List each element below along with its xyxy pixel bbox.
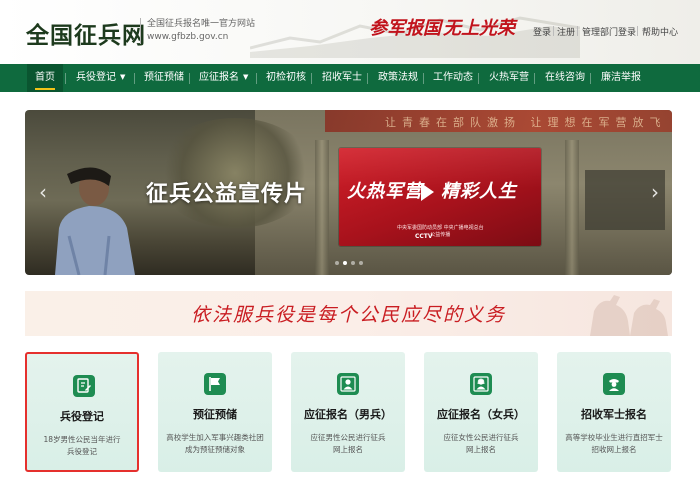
slogan-serve-country: 参军报国: [369, 18, 441, 39]
slide-dot-active[interactable]: [343, 261, 347, 265]
card-description: 应征女性公民进行征兵 网上报名: [424, 432, 538, 456]
logo-divider: [140, 18, 141, 44]
card-nco-signup[interactable]: 招收军士报名 高等学校毕业生进行直招军士 招收网上报名: [557, 352, 671, 472]
nav-item-home[interactable]: 首页: [27, 64, 63, 92]
main-nav: 首页 兵役登记 ▼ 预征预储 应征报名 ▼ 初检初核 招收军士 政策法规 工作动态 …: [0, 64, 700, 92]
nav-separator: [256, 73, 257, 84]
card-desc-line: 18岁男性公民当年进行: [43, 435, 121, 444]
promo-title-part: 火热军营: [347, 181, 423, 202]
card-description: 18岁男性公民当年进行 兵役登记: [27, 434, 137, 458]
nav-separator: [367, 73, 368, 84]
nav-separator: [65, 73, 66, 84]
nav-separator: [590, 73, 591, 84]
promo-credit-line: 中央军委国防动员部 中央广播电视总台: [397, 225, 484, 231]
nav-item-initial-check[interactable]: 初检初核: [266, 64, 306, 92]
card-desc-line: 兵役登记: [67, 447, 97, 456]
slogan-banner-text: 依法服兵役是每个公民应尽的义务: [190, 304, 506, 326]
nav-item-report[interactable]: 廉洁举报: [601, 64, 641, 92]
card-title: 兵役登记: [60, 410, 104, 423]
nav-item-label: 兵役登记: [76, 72, 116, 83]
hero-banner[interactable]: 让青春在部队激扬 让理想在军营放飞 征兵公益宣传片 火热军营 精彩人生 中央军委国…: [25, 110, 672, 275]
nav-item-barracks[interactable]: 火热军营: [489, 64, 529, 92]
site-header: 全国征兵网 全国征兵报名唯一官方网站 www.gfbzb.gov.cn 参军报国…: [0, 0, 700, 64]
nav-item-nco-recruit[interactable]: 招收军士: [322, 64, 362, 92]
nav-item-registration[interactable]: 兵役登记 ▼: [76, 64, 125, 92]
nav-separator: [311, 73, 312, 84]
nav-item-pre-enlist[interactable]: 预征预储: [144, 64, 184, 92]
chevron-down-icon: ▼: [120, 73, 126, 81]
toplink-separator: [553, 26, 554, 36]
card-desc-line: 高校学生加入军事兴趣类社团: [166, 433, 264, 442]
card-desc-line: 网上报名: [466, 445, 496, 454]
card-desc-line: 高等学校毕业生进行直招军士: [565, 433, 663, 442]
banner-window: [585, 170, 625, 230]
promo-credit-line: 公益传播: [430, 232, 451, 238]
slide-indicators: [335, 261, 375, 267]
card-desc-line: 应征女性公民进行征兵: [443, 433, 519, 442]
banner-person-figure: [55, 167, 135, 275]
banner-pillar: [315, 140, 329, 275]
banner-title: 征兵公益宣传片: [146, 182, 308, 207]
banner-wall-text: 让青春在部队激扬 让理想在军营放飞: [385, 116, 667, 129]
site-description: 全国征兵报名唯一官方网站: [147, 19, 256, 29]
card-desc-line: 招收网上报名: [591, 445, 637, 454]
slide-dot[interactable]: [351, 261, 355, 265]
nav-separator: [189, 73, 190, 84]
chevron-left-icon[interactable]: ‹: [35, 182, 51, 202]
toplink-separator: [577, 26, 578, 36]
card-desc-line: 成为预征预储对象: [185, 445, 245, 454]
card-enlist-female[interactable]: 应征报名（女兵） 应征女性公民进行征兵 网上报名: [424, 352, 538, 472]
site-logo[interactable]: 全国征兵网: [26, 16, 146, 50]
slide-dot[interactable]: [359, 261, 363, 265]
site-url: www.gfbzb.gov.cn: [147, 32, 229, 42]
nav-item-consult[interactable]: 在线咨询: [545, 64, 585, 92]
chevron-right-icon[interactable]: ›: [647, 182, 663, 202]
promo-video-card[interactable]: 火热军营 精彩人生 中央军委国防动员部 中央广播电视总台 公益传播 CCTV: [339, 148, 541, 246]
card-enlist-male[interactable]: 应征报名（男兵） 应征男性公民进行征兵 网上报名: [291, 352, 405, 472]
card-description: 高等学校毕业生进行直招军士 招收网上报名: [557, 432, 671, 456]
soldier-icon: [603, 373, 625, 395]
nav-item-label: 应征报名: [199, 72, 239, 83]
card-description: 高校学生加入军事兴趣类社团 成为预征预储对象: [158, 432, 272, 456]
nav-separator: [534, 73, 535, 84]
card-pre-enlistment[interactable]: 预征预储 高校学生加入军事兴趣类社团 成为预征预储对象: [158, 352, 272, 472]
nav-separator: [478, 73, 479, 84]
nav-separator: [423, 73, 424, 84]
card-desc-line: 应征男性公民进行征兵: [310, 433, 386, 442]
nav-item-policy[interactable]: 政策法规: [378, 64, 418, 92]
banner-tree: [155, 118, 315, 228]
card-title: 预征预储: [193, 408, 237, 421]
card-title: 应征报名（男兵）: [304, 408, 392, 421]
card-description: 应征男性公民进行征兵 网上报名: [291, 432, 405, 456]
male-user-icon: [337, 373, 359, 395]
help-center-link[interactable]: 帮助中心: [642, 25, 678, 38]
card-military-registration[interactable]: 兵役登记 18岁男性公民当年进行 兵役登记: [25, 352, 139, 472]
slide-dot[interactable]: [335, 261, 339, 265]
cctv-logo: CCTV: [415, 233, 433, 240]
chevron-down-icon: ▼: [243, 73, 249, 81]
flag-icon: [204, 373, 226, 395]
card-title: 招收军士报名: [581, 408, 647, 421]
slogan-glory: 无上光荣: [443, 18, 515, 39]
admin-login-link[interactable]: 管理部门登录: [582, 25, 636, 38]
slogan-banner: 依法服兵役是每个公民应尽的义务: [25, 291, 672, 336]
female-user-icon: [470, 373, 492, 395]
nav-item-enlist-signup[interactable]: 应征报名 ▼: [199, 64, 248, 92]
promo-credit: 中央军委国防动员部 中央广播电视总台 公益传播: [397, 225, 484, 239]
play-icon[interactable]: [421, 183, 434, 201]
toplink-separator: [637, 26, 638, 36]
login-link[interactable]: 登录: [533, 25, 551, 38]
register-link[interactable]: 注册: [557, 25, 575, 38]
nav-separator: [134, 73, 135, 84]
card-desc-line: 网上报名: [333, 445, 363, 454]
card-title: 应征报名（女兵）: [437, 408, 525, 421]
banner-pillar: [565, 140, 579, 275]
promo-title-part: 精彩人生: [441, 181, 517, 202]
nav-item-news[interactable]: 工作动态: [433, 64, 473, 92]
edit-document-icon: [73, 375, 95, 397]
